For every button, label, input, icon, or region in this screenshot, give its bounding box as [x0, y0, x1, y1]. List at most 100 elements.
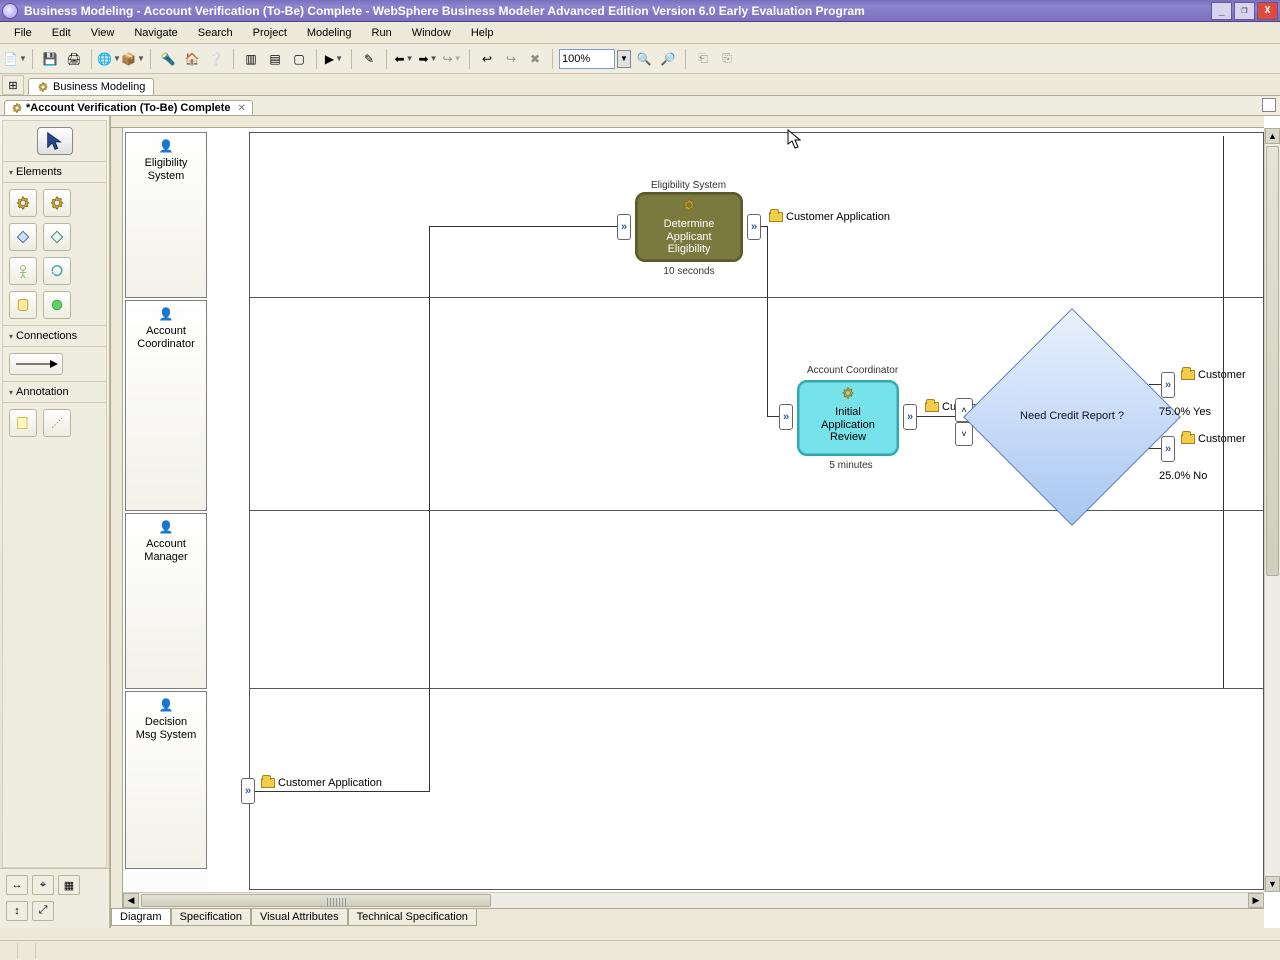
new-button[interactable]: 📄▼	[4, 48, 26, 70]
scroll-down-button[interactable]: ▼	[1265, 876, 1280, 892]
save-button[interactable]: 💾	[39, 48, 61, 70]
menu-help[interactable]: Help	[461, 24, 504, 42]
role-icon: 👤	[126, 307, 206, 321]
data-object-label[interactable]: Customer	[1181, 433, 1246, 445]
merge-gateway[interactable]: ˅	[955, 422, 973, 446]
element-task-tool[interactable]	[9, 189, 37, 217]
run-button[interactable]: ▶▼	[323, 48, 345, 70]
vertical-scrollbar[interactable]: ▲ ▼	[1264, 128, 1280, 892]
wand-button[interactable]: ✎	[358, 48, 380, 70]
print-button[interactable]: 🖨	[63, 48, 85, 70]
data-object-label[interactable]: Customer Application	[261, 777, 382, 789]
menu-view[interactable]: View	[81, 24, 125, 42]
element-decision-tool[interactable]	[9, 223, 37, 251]
menu-window[interactable]: Window	[402, 24, 461, 42]
menu-project[interactable]: Project	[243, 24, 297, 42]
task-initial-review[interactable]: Initial Application Review	[797, 380, 899, 456]
decision-no-port[interactable]	[1161, 436, 1175, 462]
diagram-canvas[interactable]: 👤 Eligibility System 👤 Account Coordinat…	[110, 116, 1280, 928]
menu-search[interactable]: Search	[188, 24, 243, 42]
tab-visual-attributes[interactable]: Visual Attributes	[251, 909, 348, 926]
element-actor-tool[interactable]	[9, 257, 37, 285]
undo2-button[interactable]: ↩	[476, 48, 498, 70]
task-role-label: Account Coordinator	[807, 365, 898, 376]
element-end-tool[interactable]	[43, 291, 71, 319]
palette-connections-header[interactable]: ▾ Connections	[3, 325, 106, 347]
tab-technical-specification[interactable]: Technical Specification	[348, 909, 477, 926]
delete-button[interactable]: ✖	[524, 48, 546, 70]
selection-tool[interactable]	[37, 127, 73, 155]
close-button[interactable]: X	[1257, 2, 1278, 20]
redo2-button[interactable]: ↪	[500, 48, 522, 70]
role-icon: 👤	[126, 520, 206, 534]
fit-horizontal-button[interactable]: ↔	[6, 875, 28, 895]
layout3-button[interactable]: ▢	[288, 48, 310, 70]
lane-header-decision[interactable]: 👤 Decision Msg System	[125, 691, 207, 869]
data-object-label[interactable]: Customer	[1181, 369, 1246, 381]
scroll-thumb[interactable]	[141, 894, 491, 907]
task-input-port[interactable]	[617, 214, 631, 240]
layout2-button[interactable]: ▤	[264, 48, 286, 70]
misc1-button[interactable]: ⎗	[692, 48, 714, 70]
task-output-port[interactable]	[747, 214, 761, 240]
element-data-tool[interactable]	[9, 291, 37, 319]
fit-all-button[interactable]: ⤢	[32, 901, 54, 921]
menu-run[interactable]: Run	[362, 24, 402, 42]
close-icon[interactable]: ✕	[238, 103, 246, 114]
minimize-button[interactable]: _	[1211, 2, 1232, 20]
decision-yes-port[interactable]	[1161, 372, 1175, 398]
element-merge-tool[interactable]	[43, 223, 71, 251]
task-output-port[interactable]	[903, 404, 917, 430]
editor-tab[interactable]: *Account Verification (To-Be) Complete ✕	[4, 100, 253, 115]
zoom-dropdown-button[interactable]: ▼	[617, 50, 631, 68]
scroll-up-button[interactable]: ▲	[1265, 128, 1280, 144]
palette-annotation-header[interactable]: ▾ Annotation	[3, 381, 106, 403]
fit-vertical-button[interactable]: ↕	[6, 901, 28, 921]
perspective-tab[interactable]: Business Modeling	[28, 78, 154, 95]
annotation-link-tool[interactable]	[43, 409, 71, 437]
home-button[interactable]: 🏠	[181, 48, 203, 70]
zoom-level-field[interactable]: 100%	[559, 49, 615, 69]
tab-specification[interactable]: Specification	[171, 909, 251, 926]
search-button[interactable]: 🔦	[157, 48, 179, 70]
start-port[interactable]	[241, 778, 255, 804]
package-button[interactable]: 📦▼	[122, 48, 144, 70]
palette-elements-header[interactable]: ▾ Elements	[3, 161, 106, 183]
redo-button[interactable]: ↪▼	[441, 48, 463, 70]
layout1-button[interactable]: ▥	[240, 48, 262, 70]
grid-button[interactable]: ▦	[58, 875, 80, 895]
horizontal-scrollbar[interactable]: ◀ ▶	[123, 892, 1264, 908]
forward-button[interactable]: ➡▼	[417, 48, 439, 70]
globe-button[interactable]: 🌐▼	[98, 48, 120, 70]
menu-edit[interactable]: Edit	[42, 24, 81, 42]
zoom-in-button[interactable]: 🔎	[657, 48, 679, 70]
connection-tool[interactable]	[9, 353, 63, 375]
scroll-thumb[interactable]	[1266, 146, 1279, 576]
maximize-button[interactable]: ❐	[1234, 2, 1255, 20]
task-duration: 5 minutes	[791, 460, 911, 471]
lane-header-manager[interactable]: 👤 Account Manager	[125, 513, 207, 689]
menu-modeling[interactable]: Modeling	[297, 24, 362, 42]
back-button[interactable]: ⬅▼	[393, 48, 415, 70]
task-determine-eligibility[interactable]: Determine Applicant Eligibility	[635, 192, 743, 262]
zoom-out-button[interactable]: 🔍	[633, 48, 655, 70]
maximize-editor-button[interactable]	[1262, 98, 1276, 112]
open-perspective-button[interactable]: ⊞	[2, 75, 24, 95]
menu-file[interactable]: File	[4, 24, 42, 42]
misc2-button[interactable]: ⎘	[716, 48, 738, 70]
annotation-note-tool[interactable]	[9, 409, 37, 437]
lane-header-coordinator[interactable]: 👤 Account Coordinator	[125, 300, 207, 511]
tab-diagram[interactable]: Diagram	[111, 909, 171, 926]
element-subtask-tool[interactable]	[43, 189, 71, 217]
fit-camera-button[interactable]: ⌖	[32, 875, 54, 895]
menu-navigate[interactable]: Navigate	[124, 24, 187, 42]
scroll-right-button[interactable]: ▶	[1248, 893, 1264, 908]
task-input-port[interactable]	[779, 404, 793, 430]
folder-icon	[769, 212, 783, 222]
scroll-left-button[interactable]: ◀	[123, 893, 139, 908]
element-loop-tool[interactable]	[43, 257, 71, 285]
data-object-label[interactable]: Customer Application	[769, 211, 890, 223]
help-button[interactable]: ❔	[205, 48, 227, 70]
swimlane-headers: 👤 Eligibility System 👤 Account Coordinat…	[123, 128, 209, 892]
lane-header-eligibility[interactable]: 👤 Eligibility System	[125, 132, 207, 298]
